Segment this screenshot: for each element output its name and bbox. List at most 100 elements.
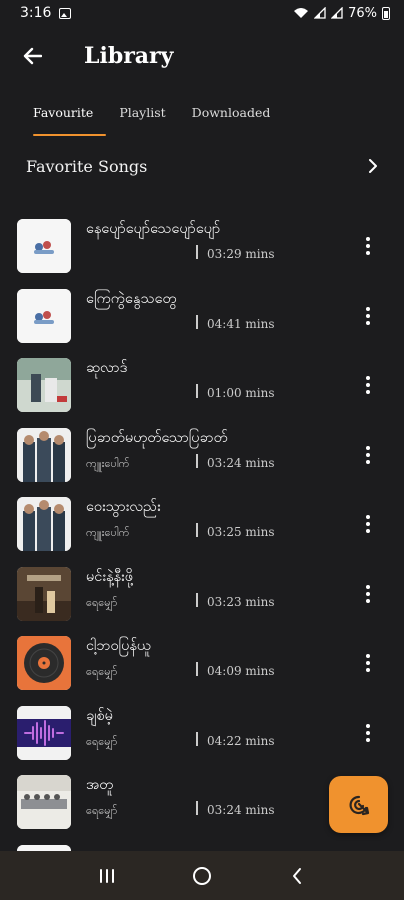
more-vert-icon <box>366 737 370 742</box>
song-artist: ရေမျှော် <box>86 595 118 609</box>
song-row[interactable]: နေပျော်ပျော်သေပျော်ပျော် 03:29 mins <box>0 212 404 282</box>
song-row[interactable]: ငါ့ဘဝပြန်ယူ ရေမျှော် 04:09 mins <box>0 629 404 699</box>
signal-icon-2 <box>331 7 343 19</box>
chevron-left-icon <box>292 867 301 884</box>
back-button[interactable] <box>12 36 52 76</box>
song-artist: ရေမျှော် <box>86 804 118 817</box>
more-options-button[interactable] <box>358 722 378 744</box>
more-vert-icon <box>366 654 370 658</box>
more-options-button[interactable] <box>358 652 378 674</box>
duration-divider <box>196 523 198 537</box>
back-nav-button[interactable] <box>277 856 317 896</box>
song-title: ဆုလာဒ် <box>86 360 128 376</box>
more-vert-icon <box>366 598 370 603</box>
more-vert-icon <box>366 668 370 672</box>
song-duration: 04:22 mins <box>207 733 275 748</box>
song-artist: ကျူးပေါက် <box>86 526 130 539</box>
more-vert-icon <box>366 584 370 589</box>
touch-icon <box>349 795 369 815</box>
song-title: ချစ်မဲ့ <box>86 707 113 724</box>
more-vert-icon <box>366 529 370 533</box>
app-bar: Library <box>0 30 404 82</box>
status-time: 3:16 <box>20 5 52 21</box>
more-vert-icon <box>366 244 370 248</box>
song-duration: 03:24 mins <box>207 455 275 470</box>
album-art <box>17 775 71 829</box>
album-art <box>17 427 71 482</box>
song-row[interactable]: ဆုလာဒ် 01:00 mins <box>0 351 404 421</box>
more-vert-icon <box>366 376 370 380</box>
page-title: Library <box>84 43 174 69</box>
duration-divider <box>196 801 198 815</box>
song-artist: ကျူးပေါက် <box>86 456 130 470</box>
song-row[interactable]: ကြေကွဲနွေသတွေ 04:41 mins <box>0 282 404 352</box>
song-title: မင်းနဲ့နီးဖို့ <box>86 568 133 585</box>
song-title: ပြခာတ်မဟုတ်သောပြခာတ် <box>86 429 228 446</box>
duration-divider <box>196 662 198 676</box>
arrow-left-icon <box>23 47 42 65</box>
more-options-button[interactable] <box>358 444 378 466</box>
signal-icon <box>314 7 326 19</box>
battery-percent: 76% <box>348 5 377 21</box>
more-options-button[interactable] <box>358 374 378 396</box>
more-vert-icon <box>366 306 370 311</box>
more-options-button[interactable] <box>358 235 378 257</box>
tab-playlist[interactable]: Playlist <box>106 92 178 132</box>
more-vert-icon <box>366 591 370 596</box>
more-vert-icon <box>366 661 370 665</box>
song-title: ဝေးသွားလည်း <box>86 499 161 515</box>
recent-apps-icon <box>100 868 115 883</box>
home-icon <box>192 866 211 885</box>
more-vert-icon <box>366 452 370 457</box>
status-bar: 3:16 76% <box>0 0 404 26</box>
more-vert-icon <box>366 723 370 728</box>
song-row[interactable]: မင်းနဲ့နီးဖို့ရေမျှော် 03:23 mins <box>0 560 404 630</box>
recent-apps-button[interactable] <box>87 856 127 896</box>
tab-bar: Favourite Playlist Downloaded <box>0 92 404 136</box>
duration-divider <box>196 592 198 607</box>
duration-divider <box>196 314 198 329</box>
tab-favourite[interactable]: Favourite <box>20 92 107 136</box>
album-art <box>17 288 71 343</box>
duration-divider <box>196 731 198 746</box>
duration-divider <box>196 453 198 468</box>
song-duration: 03:25 mins <box>207 525 275 539</box>
status-left: 3:16 <box>20 5 72 21</box>
more-vert-icon <box>366 522 370 526</box>
song-artist: ရေမျှော် <box>86 734 118 748</box>
song-row[interactable]: ပြခာတ်မဟုတ်သောပြခာတ်ကျူးပေါက် 03:24 mins <box>0 421 404 491</box>
song-row[interactable]: ချစ်မဲ့ရေမျှော် 04:22 mins <box>0 699 404 769</box>
battery-icon <box>382 6 390 20</box>
album-art <box>17 566 71 621</box>
more-vert-icon <box>366 515 370 519</box>
more-vert-icon <box>366 320 370 325</box>
favorite-songs-header[interactable]: Favorite Songs <box>0 146 404 186</box>
floating-action-button[interactable] <box>329 776 388 833</box>
more-options-button[interactable] <box>358 513 378 535</box>
more-vert-icon <box>366 730 370 735</box>
duration-divider <box>196 384 198 398</box>
home-button[interactable] <box>182 856 222 896</box>
more-vert-icon <box>366 445 370 450</box>
song-duration: 03:23 mins <box>207 594 275 609</box>
gallery-icon <box>59 7 72 19</box>
song-title: ငါ့ဘဝပြန်ယူ <box>86 638 151 654</box>
tab-downloaded[interactable]: Downloaded <box>179 92 284 132</box>
more-options-button[interactable] <box>358 305 378 327</box>
more-vert-icon <box>366 390 370 394</box>
song-duration: 03:29 mins <box>207 247 275 261</box>
album-art <box>17 358 71 412</box>
more-options-button[interactable] <box>358 583 378 605</box>
song-row[interactable]: ဝေးသွားလည်းကျူးပေါက် 03:25 mins <box>0 490 404 560</box>
song-title: အတူ <box>86 777 114 793</box>
song-title: ကြေကွဲနွေသတွေ <box>86 290 177 307</box>
album-art <box>17 497 71 551</box>
system-nav-bar <box>0 851 404 900</box>
more-vert-icon <box>366 313 370 318</box>
more-vert-icon <box>366 459 370 464</box>
more-vert-icon <box>366 237 370 241</box>
song-duration: 03:24 mins <box>207 803 275 817</box>
section-title: Favorite Songs <box>26 156 148 176</box>
song-duration: 04:41 mins <box>207 316 275 331</box>
more-vert-icon <box>366 383 370 387</box>
